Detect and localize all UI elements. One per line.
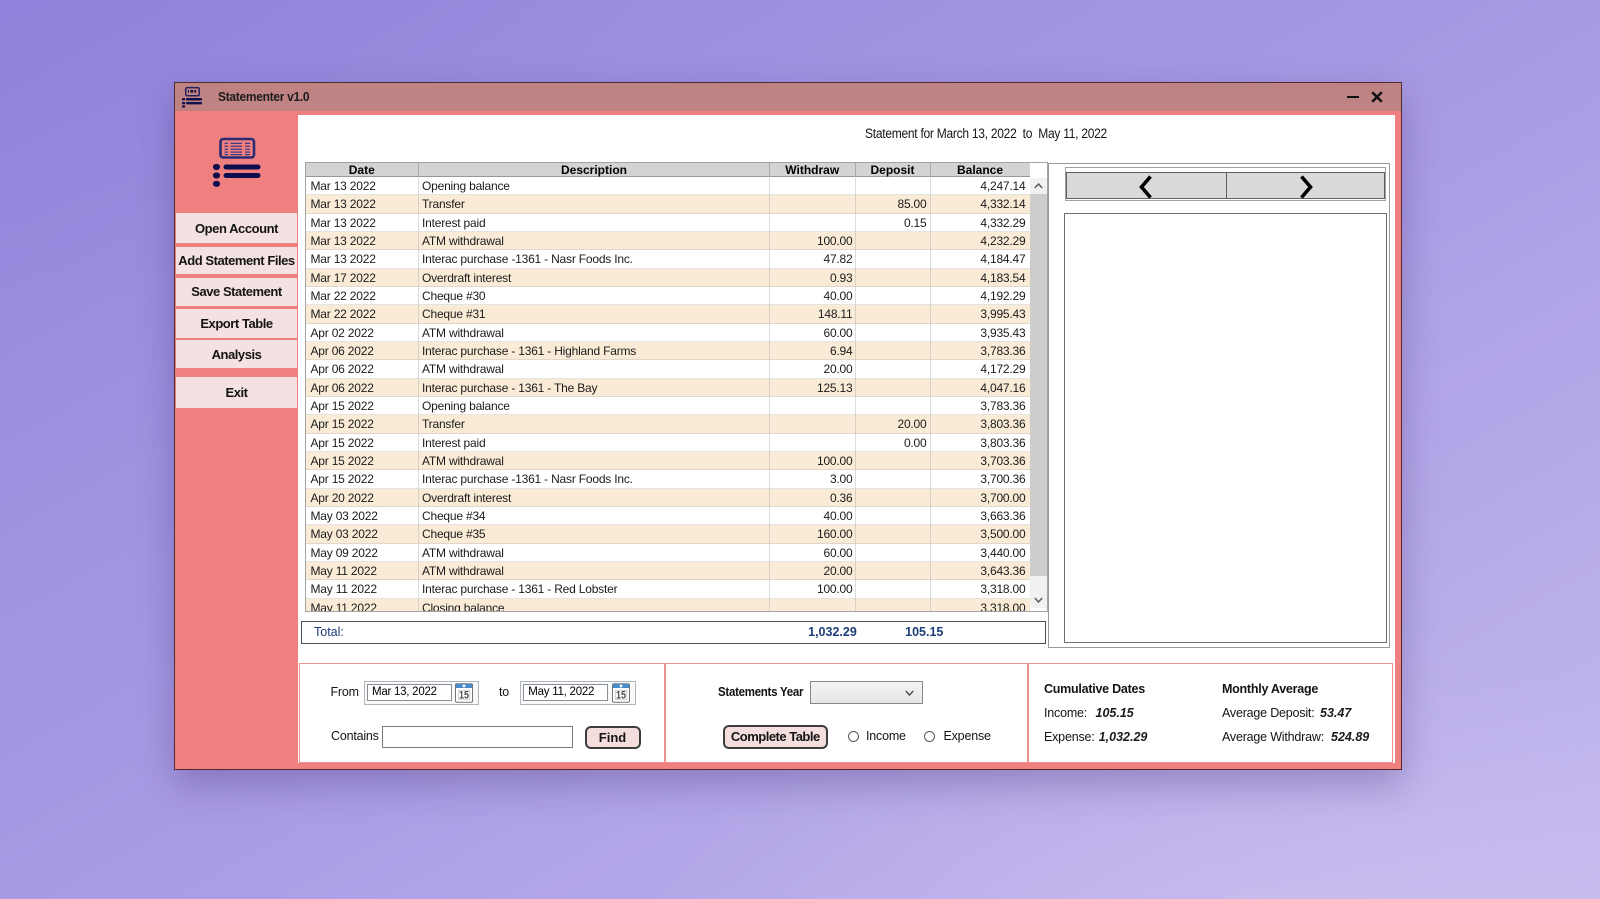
svg-text:15: 15 — [616, 689, 626, 701]
svg-text:15: 15 — [459, 689, 469, 701]
